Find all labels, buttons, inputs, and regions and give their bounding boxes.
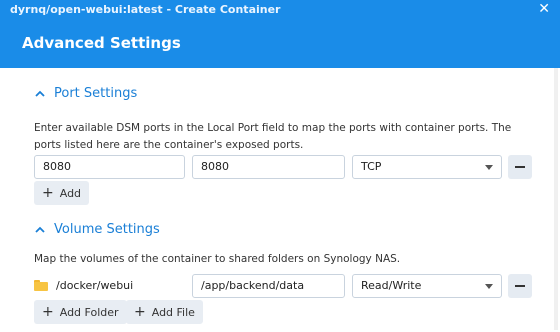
chevron-up-icon bbox=[35, 226, 45, 233]
chevron-down-icon bbox=[485, 165, 493, 170]
chevron-up-icon bbox=[35, 90, 45, 97]
plus-icon: + bbox=[42, 185, 54, 201]
dialog-header: dyrnq/open-webui:latest - Create Contain… bbox=[0, 0, 560, 68]
mount-mode-value: Read/Write bbox=[361, 279, 422, 292]
port-settings-label: Port Settings bbox=[54, 86, 138, 101]
chevron-down-icon bbox=[485, 284, 493, 289]
add-file-label: Add File bbox=[151, 305, 195, 319]
add-folder-label: Add Folder bbox=[59, 305, 119, 319]
close-icon[interactable]: ✕ bbox=[538, 1, 550, 17]
remove-port-button[interactable] bbox=[508, 155, 532, 179]
plus-icon: + bbox=[134, 304, 146, 320]
volume-settings-toggle[interactable]: Volume Settings bbox=[34, 222, 160, 237]
add-folder-button[interactable]: + Add Folder bbox=[34, 300, 127, 324]
scrollbar[interactable] bbox=[554, 68, 558, 330]
volume-settings-label: Volume Settings bbox=[54, 222, 160, 237]
local-port-input[interactable]: 8080 bbox=[34, 155, 185, 179]
add-file-button[interactable]: + Add File bbox=[126, 300, 203, 324]
volume-settings-description: Map the volumes of the container to shar… bbox=[34, 253, 401, 265]
port-settings-toggle[interactable]: Port Settings bbox=[34, 86, 137, 101]
page-title: Advanced Settings bbox=[22, 34, 181, 52]
container-port-input[interactable]: 8080 bbox=[192, 155, 345, 179]
mount-path-input[interactable]: /app/backend/data bbox=[192, 274, 345, 298]
protocol-select[interactable]: TCP bbox=[352, 155, 502, 179]
mount-mode-select[interactable]: Read/Write bbox=[352, 274, 502, 298]
port-settings-description: Enter available DSM ports in the Local P… bbox=[34, 122, 512, 151]
add-port-label: Add bbox=[59, 186, 82, 200]
folder-icon bbox=[34, 280, 48, 291]
protocol-value: TCP bbox=[361, 160, 382, 173]
add-port-button[interactable]: + Add bbox=[34, 181, 90, 205]
folder-path: /docker/webui bbox=[56, 279, 134, 292]
plus-icon: + bbox=[42, 304, 54, 320]
volume-folder: /docker/webui bbox=[34, 279, 133, 292]
window-title: dyrnq/open-webui:latest - Create Contain… bbox=[10, 3, 281, 16]
remove-volume-button[interactable] bbox=[508, 274, 532, 298]
